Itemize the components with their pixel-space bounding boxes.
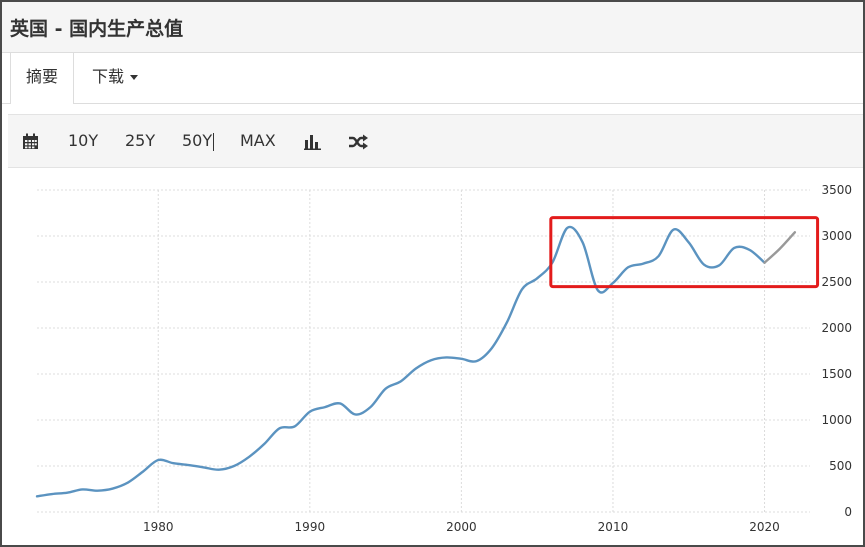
y-tick-label: 3500 (821, 183, 852, 197)
y-tick-label: 500 (829, 459, 852, 473)
range-25y-button[interactable]: 25Y (125, 115, 155, 167)
tabs-row: 摘要 下载 (2, 53, 863, 104)
range-50y-label: 50Y (182, 131, 213, 150)
title-bar: 英国 - 国内生产总值 (2, 2, 863, 53)
text-cursor (213, 132, 215, 151)
chart-toolbar: 10Y 25Y 50Y MAX (8, 114, 863, 168)
gdp-forecast-line (763, 231, 797, 264)
page-title: 英国 - 国内生产总值 (10, 18, 184, 40)
y-tick-label: 3000 (821, 229, 852, 243)
widget-frame: 英国 - 国内生产总值 摘要 下载 10Y 25Y 50Y MAX 0 500 … (0, 0, 865, 547)
x-tick-label: 2020 (749, 520, 780, 534)
y-tick-label: 1500 (821, 367, 852, 381)
bar-chart-icon (304, 134, 321, 150)
range-10y-button[interactable]: 10Y (68, 115, 98, 167)
tab-download-label: 下载 (92, 67, 125, 86)
gdp-line-chart: 0 500 1000 1500 2000 2500 3000 3500 1980 1990 2000… (35, 183, 852, 534)
shuffle-button[interactable] (348, 115, 368, 167)
x-tick-label: 2000 (446, 520, 477, 534)
y-tick-label: 1000 (821, 413, 852, 427)
caret-down-icon (130, 75, 139, 80)
shuffle-icon (349, 134, 368, 149)
x-tick-label: 1980 (143, 520, 174, 534)
chart-type-button[interactable] (304, 115, 322, 167)
x-tick-label: 2010 (598, 520, 629, 534)
tab-summary[interactable]: 摘要 (10, 53, 74, 104)
y-tick-label: 0 (844, 505, 852, 519)
calendar-button[interactable] (22, 115, 39, 167)
range-max-button[interactable]: MAX (240, 115, 276, 167)
y-tick-label: 2000 (821, 321, 852, 335)
calendar-icon (23, 133, 38, 149)
range-50y-button[interactable]: 50Y (182, 115, 215, 167)
gdp-series-line (35, 225, 766, 498)
x-tick-label: 1990 (295, 520, 326, 534)
y-tick-label: 2500 (821, 275, 852, 289)
tab-download[interactable]: 下载 (92, 53, 139, 103)
